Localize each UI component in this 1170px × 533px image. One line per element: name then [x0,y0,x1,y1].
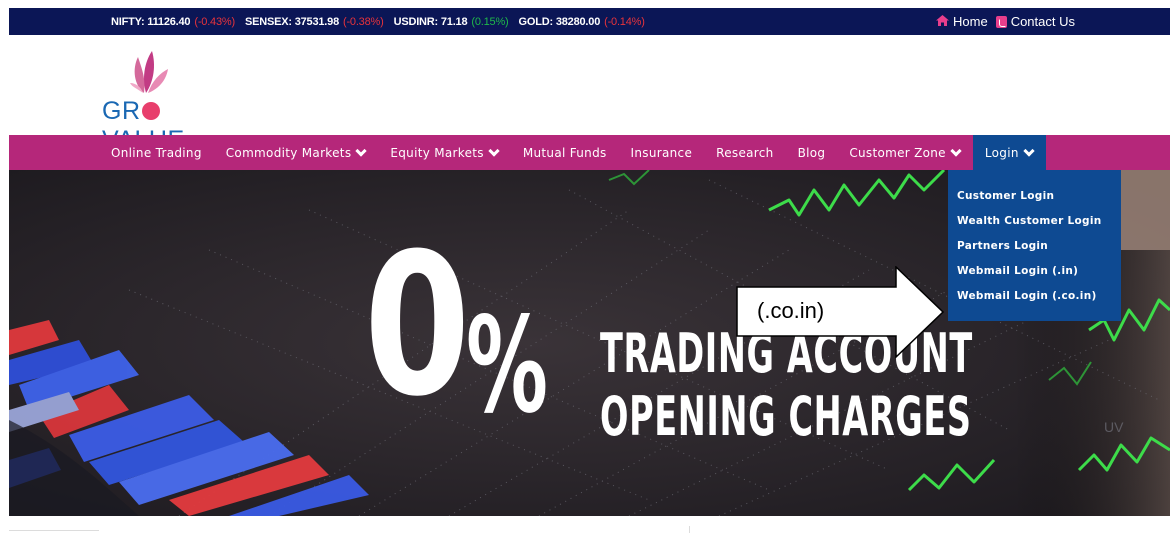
nav-item-mutual-funds[interactable]: Mutual Funds [511,135,619,170]
ticker-item: SENSEX: 37531.98 (-0.38%) [245,16,384,28]
hero-headline-line2: OPENING CHARGES [600,385,972,448]
login-menu-partners-login[interactable]: Partners Login [948,234,1121,259]
ticker-item: USDINR: 71.18 (0.15%) [394,16,509,28]
home-icon [936,14,949,29]
contact-us-label: Contact Us [1010,14,1075,29]
ticker-item: GOLD: 38280.00 (-0.14%) [519,16,645,28]
login-menu-wealth-customer-login[interactable]: Wealth Customer Login [948,209,1121,234]
divider [9,530,99,531]
login-menu-customer-login[interactable]: Customer Login [948,184,1121,209]
ticker-change: (-0.43%) [194,15,235,28]
annotation-label: (.co.in) [757,298,825,323]
logo-dot [141,102,160,120]
chevron-down-icon [489,149,499,157]
nav-item-label: Commodity Markets [225,145,352,160]
nav-item-label: Equity Markets [390,145,484,160]
contact-us-link[interactable]: Contact Us [995,14,1075,29]
ticker-value: USDINR: 71.18 [393,15,468,28]
login-dropdown-menu: Customer Login Wealth Customer Login Par… [948,170,1121,321]
nav-item-login[interactable]: Login [972,135,1046,170]
nav-items: Online Trading Commodity Markets Equity Ma… [99,135,1046,170]
svg-text:UV: UV [1104,419,1124,435]
site-header: GRVALUE [9,35,1170,154]
ticker-value: NIFTY: 11126.40 [111,15,191,28]
ticker-change: (-0.14%) [604,15,645,28]
login-menu-webmail-in[interactable]: Webmail Login (.in) [948,259,1121,284]
ticker-change: (0.15%) [471,15,509,28]
chevron-down-icon [1024,149,1034,157]
main-nav: Online Trading Commodity Markets Equity Ma… [9,135,1170,170]
nav-item-customer-zone[interactable]: Customer Zone [837,135,973,170]
ticker-value: GOLD: 38280.00 [518,15,601,28]
nav-item-blog[interactable]: Blog [786,135,838,170]
content-strip [9,516,1170,533]
nav-item-insurance[interactable]: Insurance [619,135,705,170]
home-link-label: Home [953,14,988,29]
ticker-value: SENSEX: 37531.98 [244,15,339,28]
nav-item-label: Login [984,145,1019,160]
login-menu-webmail-co-in[interactable]: Webmail Login (.co.in) [948,284,1121,309]
chevron-down-icon [356,149,366,157]
logo-text-start: GR [102,97,141,125]
top-links: Home Contact Us [928,8,1075,35]
nav-item-label: Blog [797,145,826,160]
page-frame: NIFTY: 11126.40 (-0.43%) SENSEX: 37531.98(… [9,8,1170,533]
nav-item-equity-markets[interactable]: Equity Markets [378,135,510,170]
ticker-item: NIFTY: 11126.40 (-0.43%) [111,16,235,28]
nav-item-label: Insurance [630,145,693,160]
grovalue-logo[interactable]: GRVALUE [102,49,242,154]
nav-item-label: Customer Zone [849,145,946,160]
ticker-items: NIFTY: 11126.40 (-0.43%) SENSEX: 37531.98(… [111,8,655,35]
hero-percent-sign: % [466,289,549,443]
chevron-down-icon [951,149,961,157]
divider [689,526,690,533]
nav-item-commodity-markets[interactable]: Commodity Markets [214,135,379,170]
hero-zero-text: 0 [364,212,470,440]
nav-item-label: Mutual Funds [522,145,607,160]
nav-item-label: Online Trading [111,145,202,160]
home-link[interactable]: Home [936,14,988,29]
annotation-arrow: (.co.in) [736,265,946,359]
nav-item-label: Research [716,145,774,160]
ticker-change: (-0.38%) [342,15,384,28]
phone-icon [995,15,1007,28]
lotus-logo-icon [130,51,168,93]
market-ticker-bar: NIFTY: 11126.40 (-0.43%) SENSEX: 37531.98(… [9,8,1170,35]
nav-item-online-trading[interactable]: Online Trading [99,135,214,170]
nav-item-research[interactable]: Research [704,135,785,170]
